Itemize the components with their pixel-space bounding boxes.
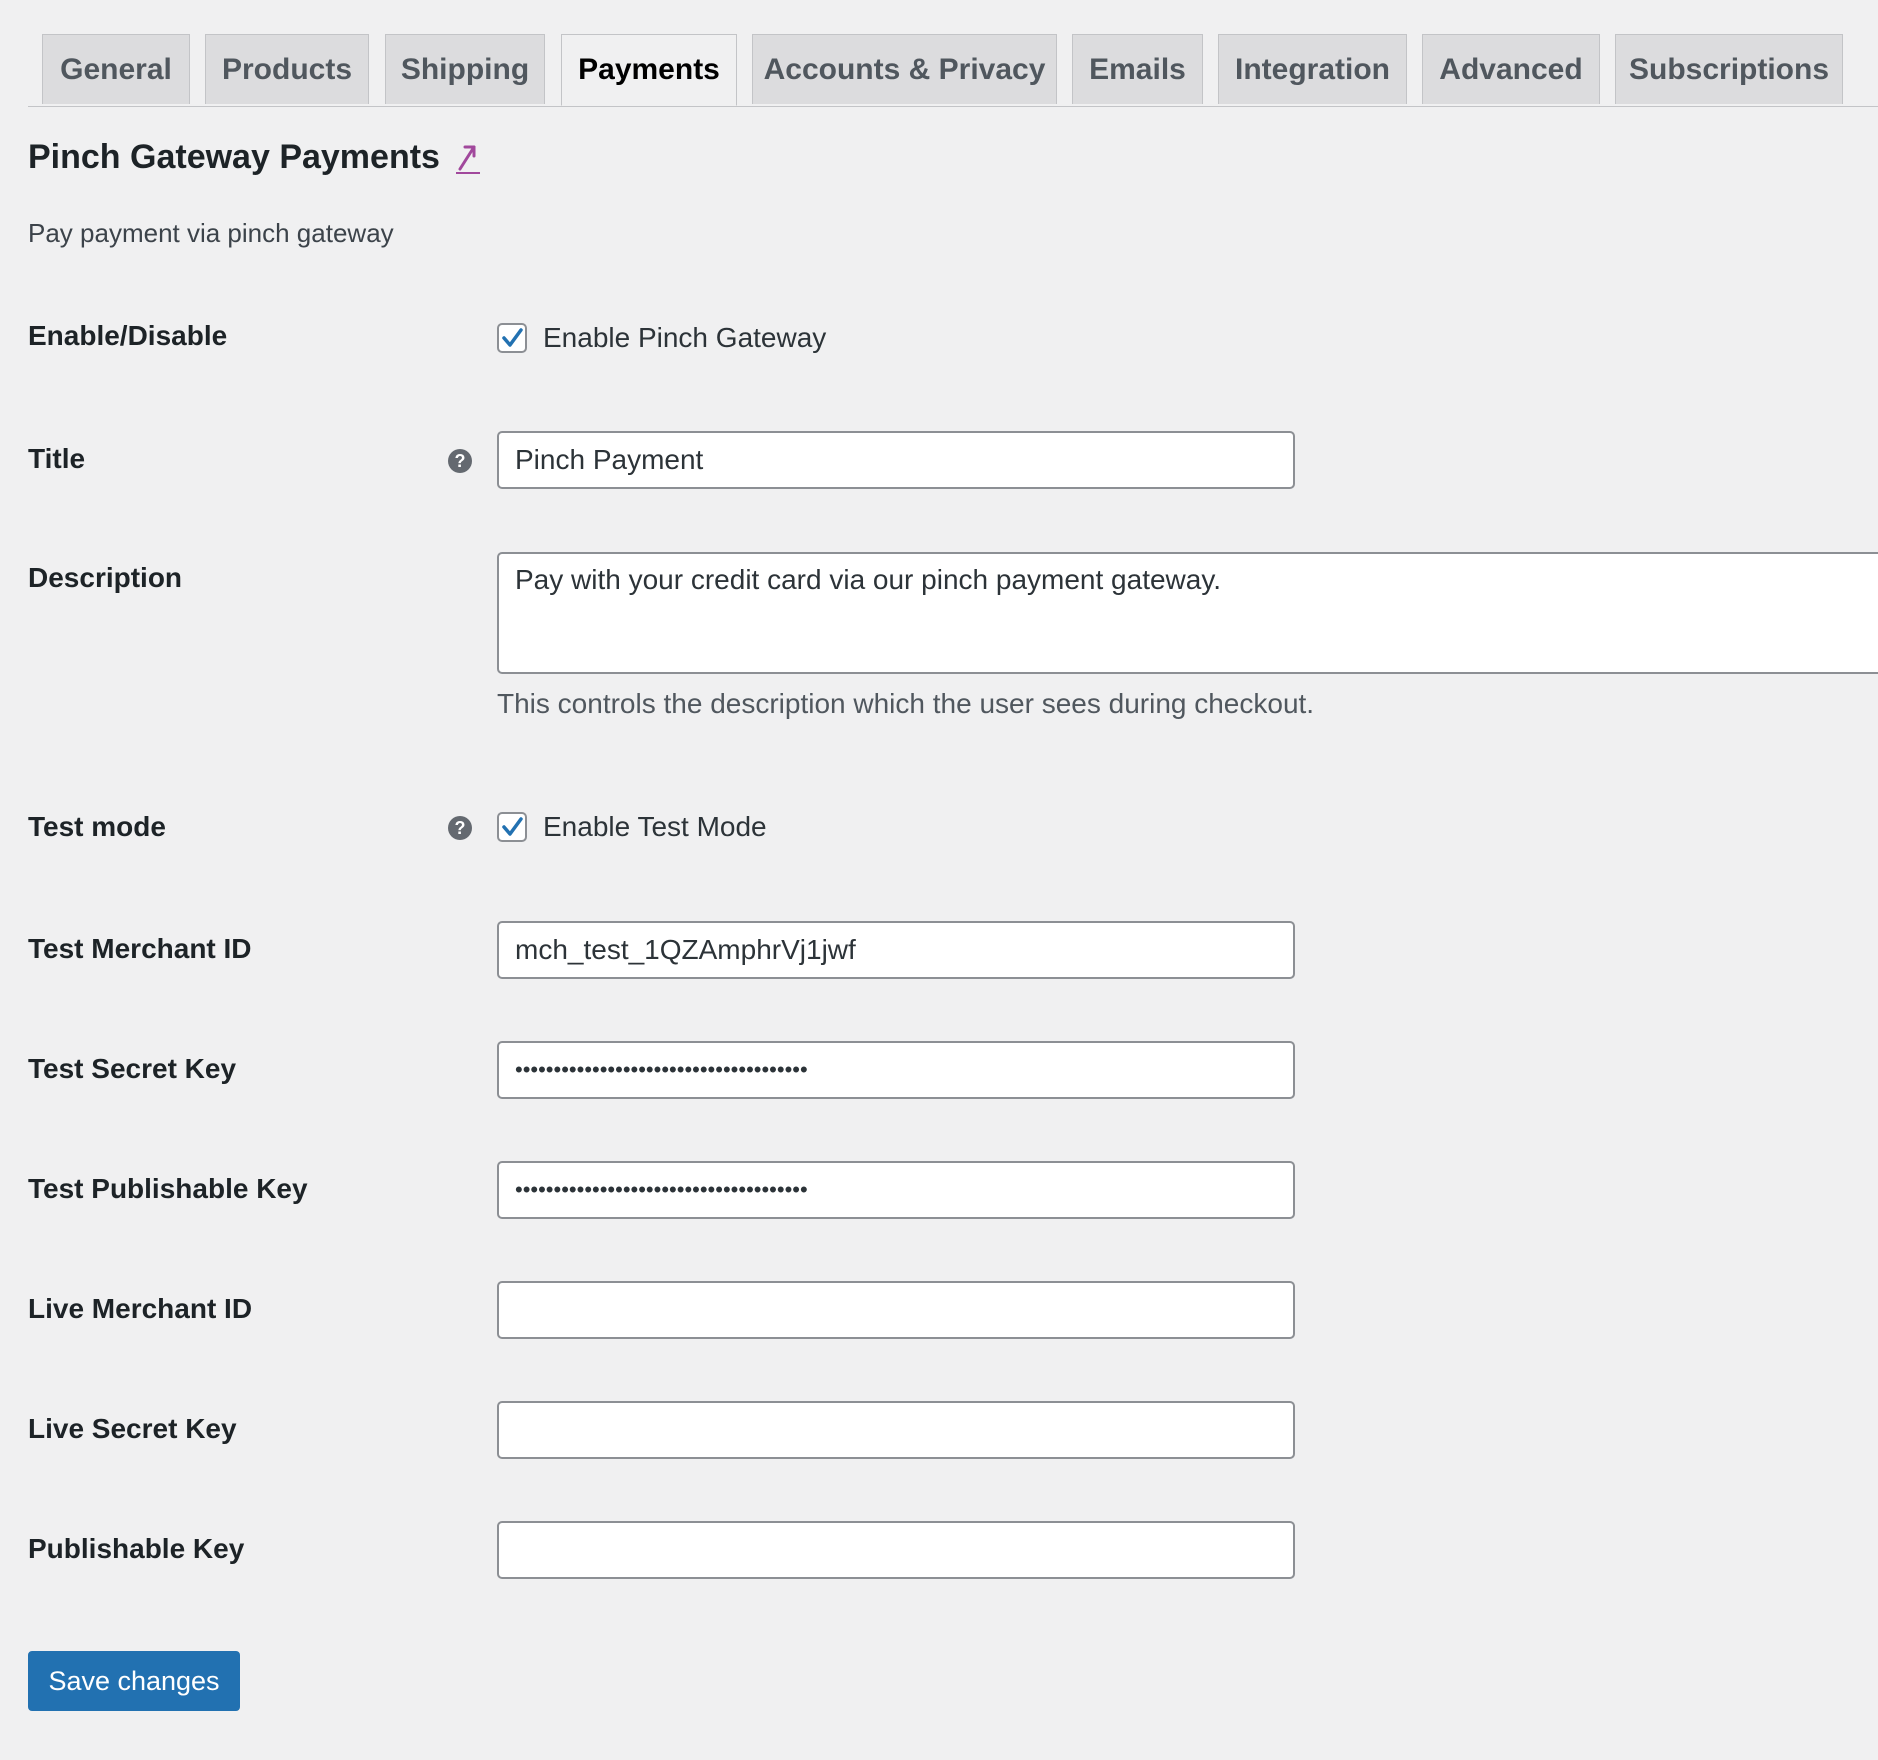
description-textarea[interactable]: Pay with your credit card via our pinch … — [497, 552, 1878, 674]
test-mode-checkbox[interactable] — [497, 812, 527, 842]
test-mode-row: Enable Test Mode — [497, 811, 767, 843]
live-secret-key-input[interactable] — [497, 1401, 1295, 1459]
help-icon[interactable]: ? — [448, 816, 472, 840]
enable-label: Enable/Disable — [28, 320, 228, 351]
enable-gateway-label[interactable]: Enable Pinch Gateway — [543, 322, 826, 354]
help-icon[interactable]: ? — [448, 449, 472, 473]
enable-gateway-checkbox[interactable] — [497, 323, 527, 353]
page-heading: Pinch Gateway Payments — [28, 138, 482, 177]
test-secret-key-input[interactable] — [497, 1041, 1295, 1099]
tab-subscriptions[interactable]: Subscriptions — [1615, 34, 1843, 104]
title-label: Title — [28, 443, 86, 474]
tab-emails[interactable]: Emails — [1072, 34, 1203, 104]
checkmark-icon — [502, 817, 523, 836]
page-title: Pinch Gateway Payments — [28, 138, 440, 176]
test-mode-checkbox-label[interactable]: Enable Test Mode — [543, 811, 767, 843]
enable-gateway-row: Enable Pinch Gateway — [497, 322, 826, 354]
title-input[interactable] — [497, 431, 1295, 489]
live-merchant-id-input[interactable] — [497, 1281, 1295, 1339]
publishable-key-input[interactable] — [497, 1521, 1295, 1579]
tab-accounts-privacy[interactable]: Accounts & Privacy — [752, 34, 1057, 104]
tab-payments[interactable]: Payments — [561, 34, 737, 106]
checkmark-icon — [502, 328, 523, 347]
save-changes-button[interactable]: Save changes — [28, 1651, 240, 1711]
description-label: Description — [28, 562, 183, 593]
settings-tabs: General Products Shipping Payments Accou… — [28, 34, 1878, 107]
live-merchant-id-label: Live Merchant ID — [28, 1293, 253, 1324]
test-publishable-key-input[interactable] — [497, 1161, 1295, 1219]
up-arrow-icon[interactable] — [454, 141, 482, 175]
tab-shipping[interactable]: Shipping — [385, 34, 545, 104]
test-mode-label: Test mode — [28, 811, 166, 842]
tab-advanced[interactable]: Advanced — [1422, 34, 1600, 104]
test-publishable-key-label: Test Publishable Key — [28, 1173, 308, 1204]
description-help-text: This controls the description which the … — [497, 688, 1315, 719]
tab-products[interactable]: Products — [205, 34, 369, 104]
tab-general[interactable]: General — [42, 34, 190, 104]
tab-integration[interactable]: Integration — [1218, 34, 1407, 104]
gateway-description: Pay payment via pinch gateway — [28, 218, 394, 248]
test-merchant-id-label: Test Merchant ID — [28, 933, 252, 964]
live-secret-key-label: Live Secret Key — [28, 1413, 237, 1444]
publishable-key-label: Publishable Key — [28, 1533, 245, 1564]
settings-page: General Products Shipping Payments Accou… — [0, 0, 1878, 1760]
test-merchant-id-input[interactable] — [497, 921, 1295, 979]
test-secret-key-label: Test Secret Key — [28, 1053, 237, 1084]
